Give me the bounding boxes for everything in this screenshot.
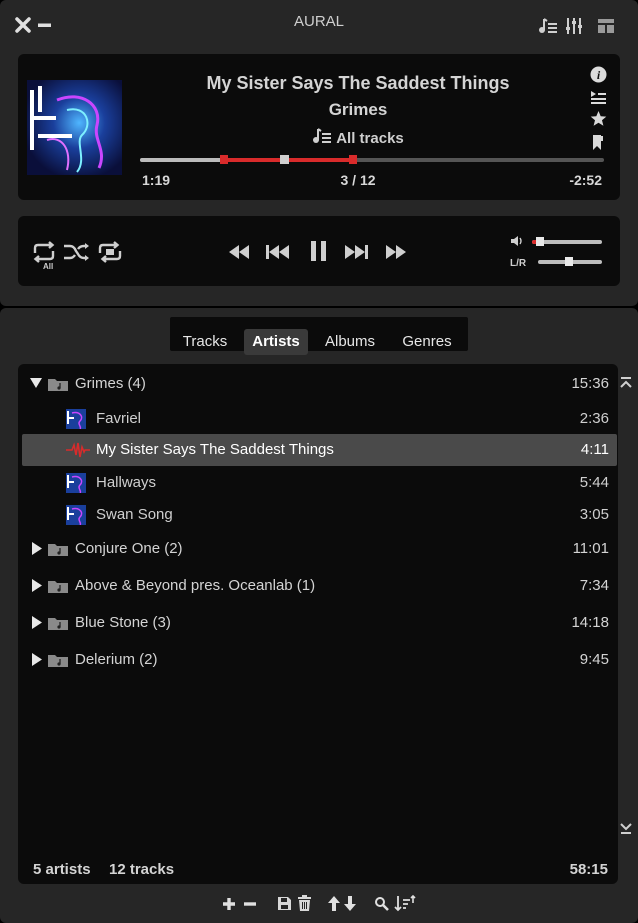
- playlist-toggle-icon[interactable]: [538, 17, 558, 35]
- track-row-playing[interactable]: My Sister Says The Saddest Things 4:11: [22, 434, 617, 466]
- remove-icon[interactable]: [242, 896, 258, 912]
- total-duration: 58:15: [569, 861, 608, 878]
- track-name: My Sister Says The Saddest Things: [96, 441, 334, 458]
- balance-knob[interactable]: [564, 257, 573, 266]
- album-art: [27, 80, 122, 175]
- seek-backward-icon[interactable]: [228, 244, 250, 260]
- trash-icon[interactable]: [297, 895, 312, 912]
- balance-label: L/R: [510, 258, 527, 269]
- folder-icon: [47, 578, 69, 594]
- playlist-window: Tracks Artists Albums Genres Grimes (4) …: [0, 308, 638, 923]
- folder-icon: [47, 376, 69, 392]
- info-icon[interactable]: i: [590, 66, 607, 83]
- sort-icon[interactable]: [394, 894, 416, 912]
- track-duration: 4:11: [580, 441, 609, 458]
- playlist-name: All tracks: [336, 130, 404, 147]
- favorite-star-icon[interactable]: [590, 110, 607, 127]
- track-duration: 2:36: [579, 410, 609, 427]
- tab-bar: Tracks Artists Albums Genres: [170, 317, 468, 355]
- disclosure-expanded-icon[interactable]: [30, 377, 42, 389]
- save-icon[interactable]: [277, 896, 292, 911]
- tab-tracks[interactable]: Tracks: [174, 329, 236, 355]
- track-artist: Grimes: [328, 100, 388, 119]
- volume-icon[interactable]: [510, 235, 524, 247]
- group-name: Grimes (4): [75, 375, 146, 392]
- track-count: 12 tracks: [109, 861, 175, 878]
- scroll-to-bottom-icon[interactable]: [619, 821, 633, 835]
- group-duration: 15:36: [571, 375, 609, 392]
- repeat-icon[interactable]: [31, 241, 57, 263]
- artist-group-grimes[interactable]: Grimes (4) 15:36: [22, 368, 617, 400]
- equalizer-icon[interactable]: [565, 17, 583, 35]
- tab-artists[interactable]: Artists: [244, 329, 308, 355]
- track-name: Favriel: [96, 410, 142, 427]
- play-queue-icon[interactable]: [590, 90, 607, 104]
- track-duration: 3:05: [579, 506, 609, 523]
- track-duration: 5:44: [579, 474, 609, 491]
- playlist-icon: [312, 128, 332, 149]
- track-art-icon: [66, 505, 86, 525]
- artist-group-conjure-one[interactable]: Conjure One (2) 11:01: [22, 533, 617, 565]
- player-window: AURAL My Sister Says The Saddest Things …: [0, 0, 638, 306]
- artist-group-above-and-beyond[interactable]: Above & Beyond pres. Oceanlab (1) 7:34: [22, 570, 617, 602]
- group-name: Above & Beyond pres. Oceanlab (1): [75, 577, 316, 594]
- group-name: Delerium (2): [75, 651, 158, 668]
- artist-group-blue-stone[interactable]: Blue Stone (3) 14:18: [22, 607, 617, 639]
- track-art-icon: [66, 409, 86, 429]
- remaining-time[interactable]: -2:52: [569, 172, 602, 188]
- track-name: Hallways: [96, 474, 157, 491]
- balance-slider[interactable]: [538, 257, 602, 266]
- track-name: Swan Song: [96, 506, 173, 523]
- scroll-to-top-icon[interactable]: [619, 376, 633, 390]
- track-row[interactable]: Favriel 2:36: [22, 403, 617, 435]
- search-icon[interactable]: [374, 896, 389, 911]
- seek-forward-icon[interactable]: [385, 244, 407, 260]
- seek-progress: [140, 158, 224, 162]
- group-duration: 9:45: [579, 651, 609, 668]
- repeat-mode-label: All: [43, 262, 54, 271]
- volume-slider[interactable]: [532, 237, 602, 246]
- layout-icon[interactable]: [597, 18, 615, 34]
- folder-icon: [47, 541, 69, 557]
- bookmark-icon[interactable]: [591, 134, 605, 151]
- tab-genres[interactable]: Genres: [392, 329, 462, 355]
- group-duration: 7:34: [579, 577, 609, 594]
- segment-loop-icon[interactable]: [96, 240, 124, 264]
- move-down-icon[interactable]: [343, 895, 357, 912]
- folder-icon: [47, 615, 69, 631]
- move-up-icon[interactable]: [327, 895, 341, 912]
- track-art-icon: [66, 473, 86, 493]
- group-name: Blue Stone (3): [75, 614, 171, 631]
- playlist-label: All tracks: [140, 128, 576, 149]
- group-duration: 11:01: [572, 540, 609, 557]
- folder-icon: [47, 652, 69, 668]
- disclosure-collapsed-icon[interactable]: [31, 579, 42, 592]
- track-title: My Sister Says The Saddest Things: [206, 73, 510, 93]
- seek-bar[interactable]: [140, 155, 604, 164]
- group-name: Conjure One (2): [75, 540, 183, 557]
- seek-knob[interactable]: [279, 155, 289, 164]
- track-position: 3 / 12: [340, 172, 376, 188]
- elapsed-time[interactable]: 1:19: [142, 172, 170, 188]
- track-row[interactable]: Swan Song 3:05: [22, 499, 617, 531]
- next-track-icon[interactable]: [343, 243, 369, 261]
- shuffle-icon[interactable]: [63, 242, 91, 262]
- tab-albums[interactable]: Albums: [316, 329, 384, 355]
- group-duration: 14:18: [571, 614, 609, 631]
- add-icon[interactable]: [221, 896, 237, 912]
- artist-group-delerium[interactable]: Delerium (2) 9:45: [22, 644, 617, 676]
- track-row[interactable]: Hallways 5:44: [22, 467, 617, 499]
- pause-icon[interactable]: [309, 239, 329, 263]
- now-playing-waveform-icon: [66, 442, 90, 458]
- loop-start-marker[interactable]: [219, 155, 228, 164]
- artist-count: 5 artists: [33, 861, 91, 878]
- disclosure-collapsed-icon[interactable]: [31, 653, 42, 666]
- loop-end-marker[interactable]: [349, 155, 358, 164]
- disclosure-collapsed-icon[interactable]: [31, 542, 42, 555]
- disclosure-collapsed-icon[interactable]: [31, 616, 42, 629]
- volume-knob[interactable]: [536, 237, 545, 246]
- previous-track-icon[interactable]: [265, 243, 291, 261]
